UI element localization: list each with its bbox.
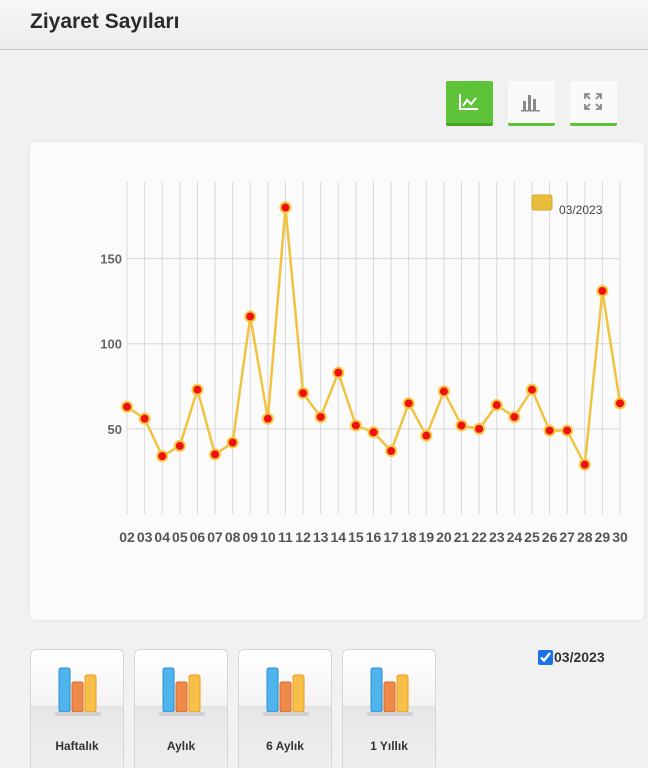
bar-chart-icon <box>367 667 413 716</box>
data-point <box>121 400 133 413</box>
period-label: Haftalık <box>55 739 99 753</box>
x-tick-label: 28 <box>577 529 593 545</box>
data-point <box>420 429 433 442</box>
x-tick-label: 20 <box>436 529 452 545</box>
x-tick-label: 17 <box>383 529 399 545</box>
data-point <box>138 412 151 425</box>
x-tick-label: 07 <box>207 529 223 545</box>
bar-chart-icon <box>263 667 309 716</box>
bar-chart-icon <box>159 667 205 716</box>
period-button-weekly[interactable]: Haftalık <box>30 649 124 768</box>
y-tick-label: 100 <box>100 337 122 352</box>
bar-chart-icon <box>521 95 540 112</box>
x-tick-label: 06 <box>190 529 206 545</box>
x-tick-label: 09 <box>242 529 258 545</box>
x-tick-label: 26 <box>542 529 558 545</box>
x-tick-label: 05 <box>172 529 188 545</box>
x-tick-label: 12 <box>295 529 311 545</box>
x-tick-label: 21 <box>454 529 470 545</box>
x-tick-label: 22 <box>471 529 487 545</box>
period-label: 6 Aylık <box>266 739 304 753</box>
x-tick-label: 13 <box>313 529 329 545</box>
data-point <box>209 448 222 461</box>
data-point <box>226 436 239 449</box>
data-point <box>261 412 274 425</box>
data-point <box>314 410 327 423</box>
data-point <box>561 424 574 437</box>
x-tick-label: 14 <box>330 529 346 545</box>
x-tick-label: 30 <box>612 529 628 545</box>
x-tick-label: 10 <box>260 529 276 545</box>
x-tick-label: 16 <box>366 529 382 545</box>
period-button-monthly[interactable]: Aylık <box>134 649 228 768</box>
data-point <box>578 458 591 471</box>
x-tick-label: 24 <box>507 529 523 545</box>
x-tick-label: 04 <box>154 529 170 545</box>
data-point <box>244 310 257 323</box>
x-tick-label: 18 <box>401 529 417 545</box>
y-tick-label: 50 <box>108 422 122 437</box>
data-point <box>156 450 169 463</box>
data-point <box>473 422 486 435</box>
x-tick-label: 08 <box>225 529 241 545</box>
data-point <box>279 201 292 214</box>
x-tick-label: 02 <box>119 529 135 545</box>
data-point <box>367 426 380 439</box>
data-point <box>402 397 415 410</box>
legend-label: 03/2023 <box>559 203 603 217</box>
data-point <box>596 284 609 297</box>
data-point <box>490 399 503 412</box>
x-tick-label: 27 <box>559 529 575 545</box>
page-title: Ziyaret Sayıları <box>30 10 180 33</box>
data-point <box>332 366 345 379</box>
x-tick-label: 25 <box>524 529 540 545</box>
page-header: Ziyaret Sayıları <box>0 0 648 50</box>
fullscreen-button[interactable] <box>570 81 617 126</box>
period-label: 1 Yıllık <box>370 739 408 753</box>
series-checkbox[interactable] <box>538 649 553 665</box>
series-toggle-label: 03/2023 <box>554 649 605 665</box>
data-point <box>508 410 521 423</box>
period-button-yearly[interactable]: 1 Yıllık <box>342 649 436 768</box>
line-chart-icon <box>459 94 478 110</box>
data-point <box>614 397 626 410</box>
legend-swatch <box>531 194 553 211</box>
period-label: Aylık <box>166 739 196 753</box>
x-tick-label: 29 <box>595 529 611 545</box>
data-point <box>191 383 204 396</box>
data-point <box>543 424 556 437</box>
period-button-6-months[interactable]: 6 Aylık <box>238 649 332 768</box>
visits-line-chart: 50 100 150 02 03 04 05 06 07 08 09 10 11 12 13 14 15 16 17… <box>100 182 628 545</box>
chart-card: 50 100 150 02 03 04 05 06 07 08 09 10 11 12 13 14 15 16 17… <box>30 142 644 620</box>
data-point <box>437 385 450 398</box>
data-point <box>525 383 538 396</box>
line-chart-button[interactable] <box>446 81 493 126</box>
data-point <box>455 419 468 432</box>
bar-chart-button[interactable] <box>508 81 555 126</box>
fullscreen-icon <box>584 93 602 110</box>
series-toggle[interactable]: 03/2023 <box>538 649 605 665</box>
x-tick-label: 15 <box>348 529 364 545</box>
x-tick-label: 03 <box>137 529 153 545</box>
data-point <box>349 419 362 432</box>
x-tick-label: 11 <box>278 529 293 545</box>
x-tick-label: 19 <box>419 529 435 545</box>
x-tick-label: 23 <box>489 529 505 545</box>
data-point <box>297 387 310 400</box>
data-point <box>385 445 398 458</box>
y-tick-label: 150 <box>100 252 122 267</box>
bar-chart-icon <box>55 667 101 716</box>
data-point <box>173 439 186 452</box>
